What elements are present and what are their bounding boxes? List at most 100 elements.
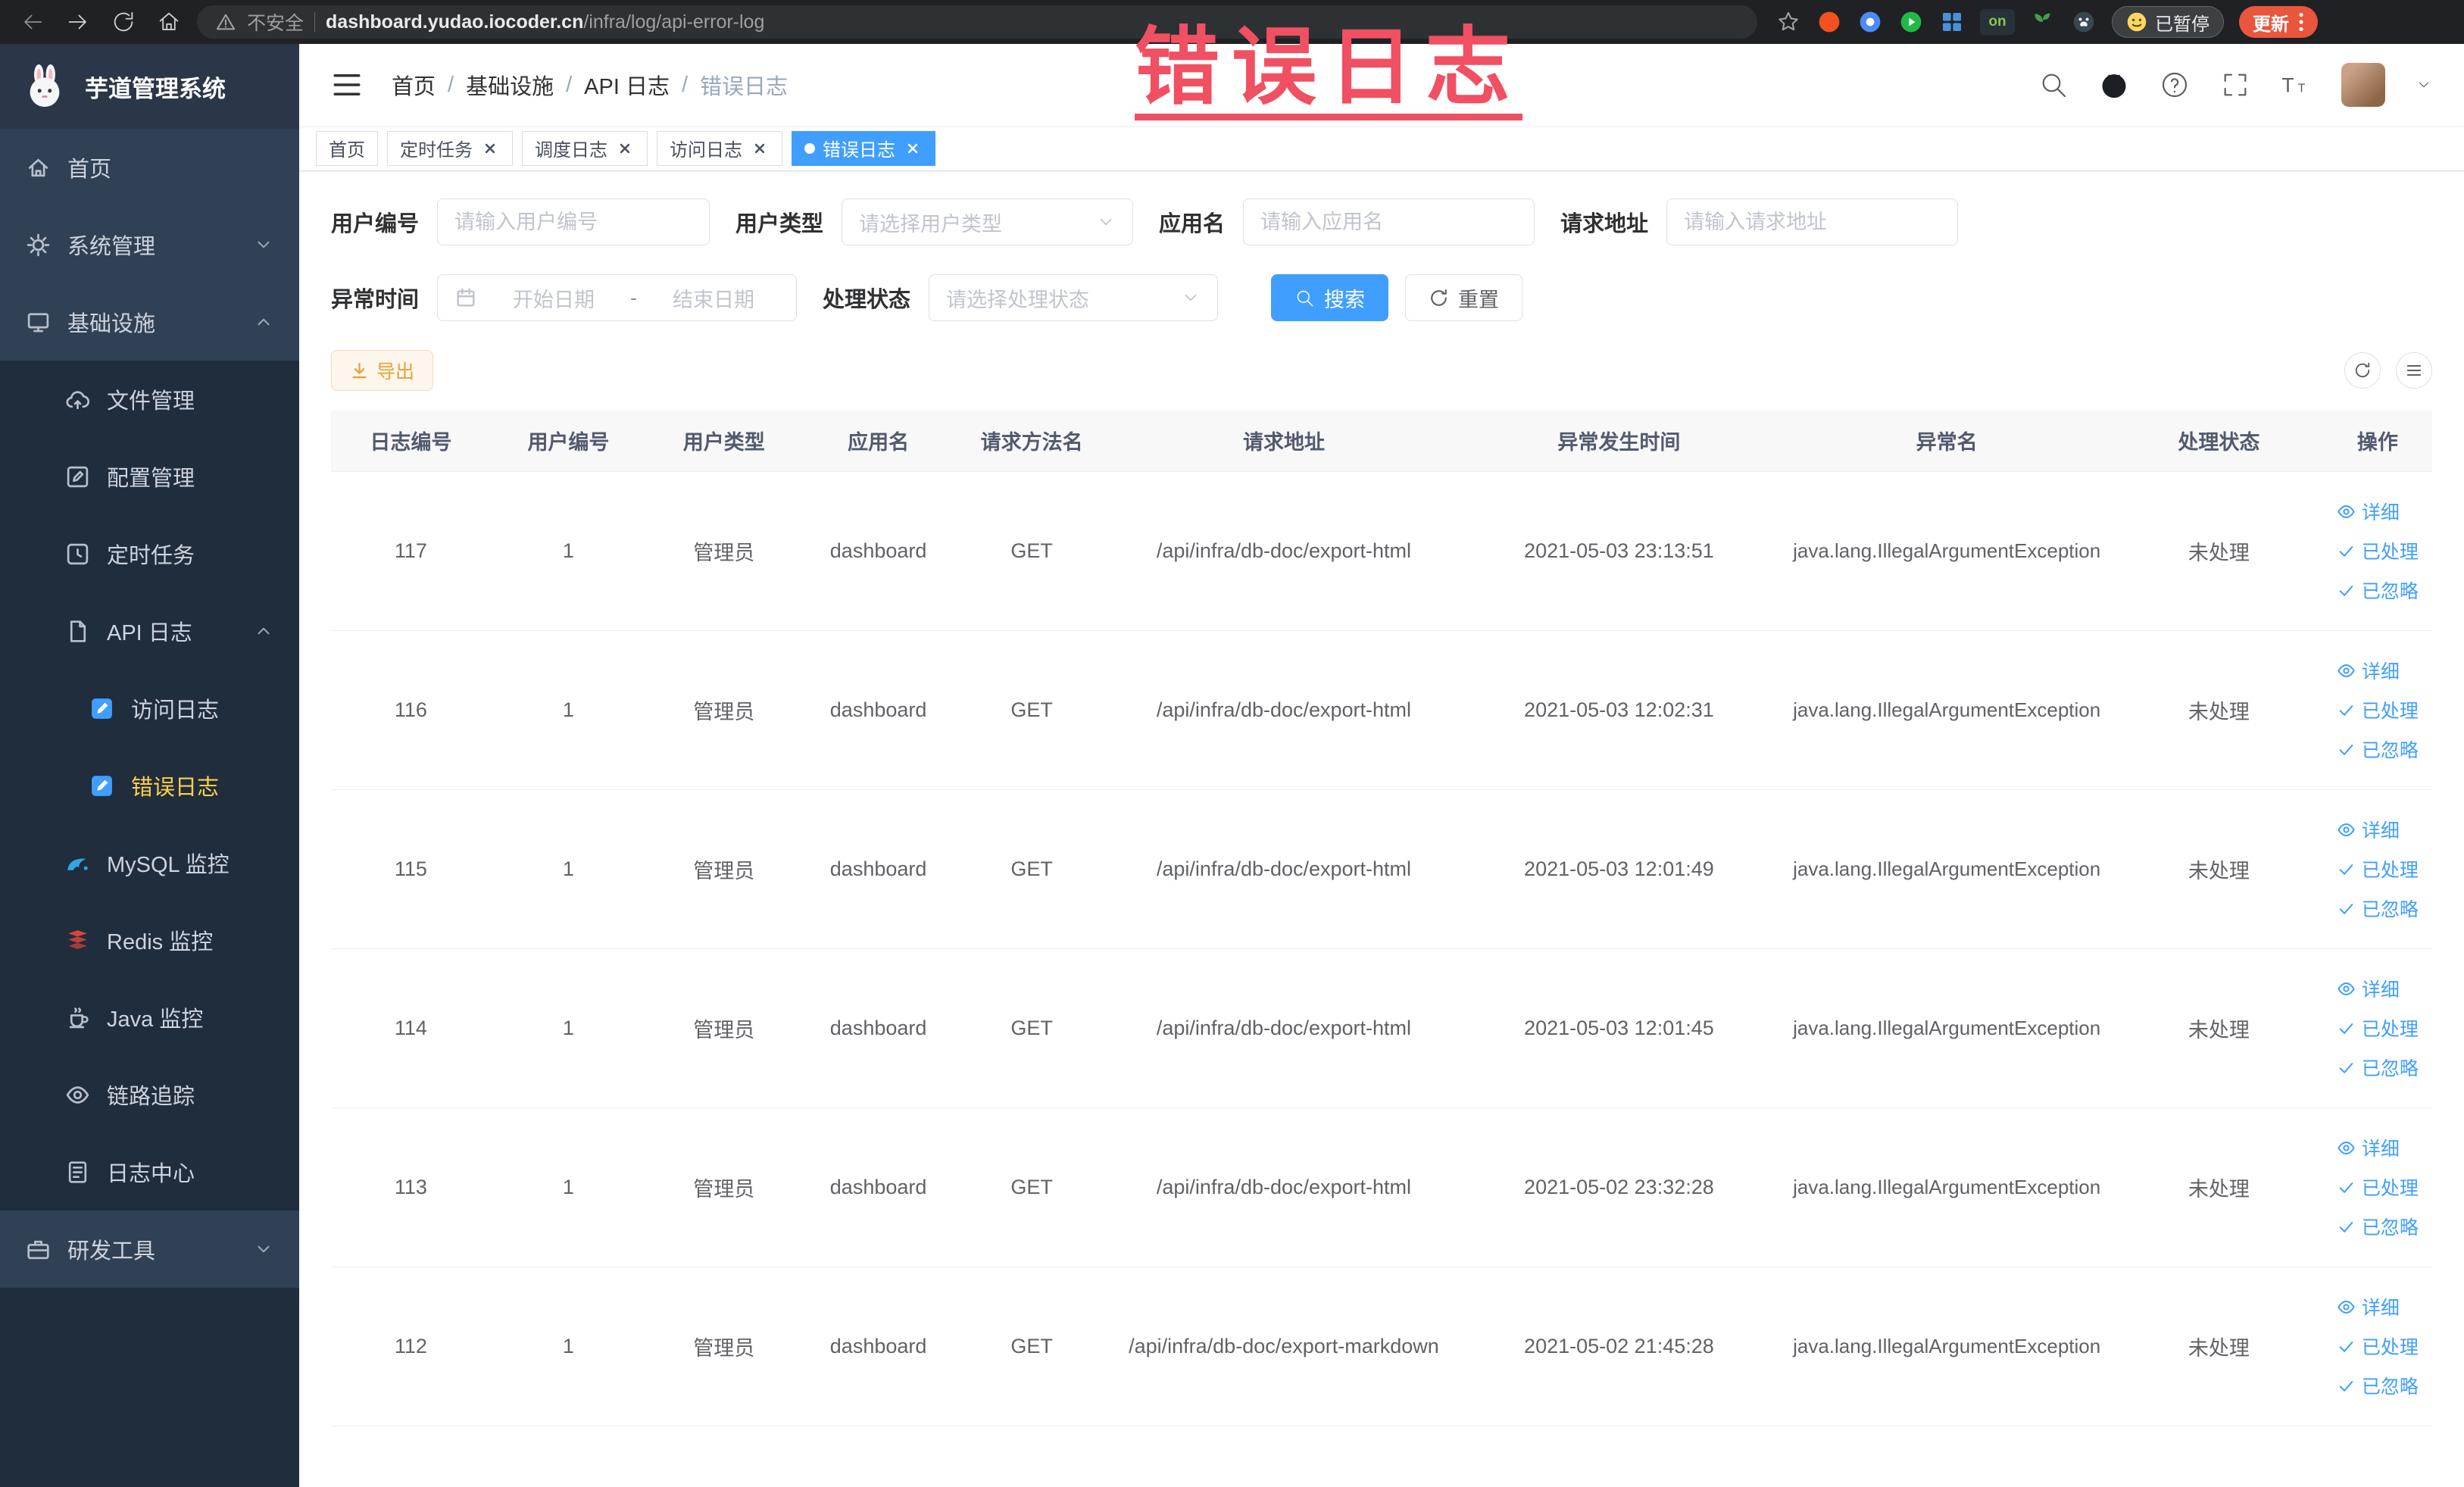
col-actions: 操作 [2322,411,2432,472]
ignored-link[interactable]: 已忽略 [2337,1054,2419,1081]
app-logo[interactable]: 芋道管理系统 [0,44,299,129]
search-button[interactable]: 搜索 [1271,274,1389,321]
breadcrumb-api-logs[interactable]: API 日志 [584,69,670,101]
start-date-placeholder: 开始日期 [513,288,595,311]
avatar[interactable] [2341,63,2385,107]
sidebar-item-link-tracing[interactable]: 链路追踪 [0,1056,299,1133]
export-button[interactable]: 导出 [331,350,434,391]
chevron-down-icon[interactable] [2416,77,2432,93]
processed-link[interactable]: 已处理 [2337,1014,2419,1042]
user-type-select[interactable]: 请选择用户类型 [842,198,1134,245]
sidebar-item-java-monitor[interactable]: Java 监控 [0,979,299,1056]
sidebar-item-mysql-monitor[interactable]: MySQL 监控 [0,824,299,901]
search-icon[interactable] [2038,70,2069,100]
processed-link[interactable]: 已处理 [2337,1332,2419,1360]
cell-method: GET [954,1107,1109,1267]
date-range-picker[interactable]: 开始日期 - 结束日期 [437,274,798,321]
ignored-link[interactable]: 已忽略 [2337,895,2419,922]
sidebar-item-dev-tools[interactable]: 研发工具 [0,1211,299,1288]
sidebar-item-infrastructure[interactable]: 基础设施 [0,283,299,361]
extension-leaf-icon[interactable] [2030,9,2056,35]
extension-grid-icon[interactable] [1939,9,1965,35]
cell-log-id: 113 [331,1107,491,1267]
ignored-link[interactable]: 已忽略 [2337,736,2419,763]
calendar-icon [457,288,475,307]
cell-request-url: /api/infra/db-doc/export-html [1108,471,1460,631]
fullscreen-icon[interactable] [2220,70,2250,100]
tag-error-logs[interactable]: 错误日志 [792,130,935,166]
paused-badge[interactable]: 已暂停 [2112,6,2224,38]
sidebar-item-log-center[interactable]: 日志中心 [0,1133,299,1211]
columns-button[interactable] [2396,352,2432,389]
help-icon[interactable] [2160,70,2190,100]
extension-green-icon[interactable] [1898,9,1924,35]
end-date-placeholder: 结束日期 [673,288,755,311]
sidebar-item-api-logs[interactable]: API 日志 [0,592,299,670]
extension-blue-icon[interactable] [1857,9,1883,35]
process-status-select[interactable]: 请选择处理状态 [929,274,1219,321]
breadcrumb-home[interactable]: 首页 [392,69,436,101]
hamburger-icon[interactable] [331,69,363,101]
filter-exception-time: 异常时间 开始日期 - 结束日期 [331,274,798,321]
extension-paw-icon[interactable] [2071,9,2097,35]
ignored-link[interactable]: 已忽略 [2337,1213,2419,1240]
browser-reload-button[interactable] [106,5,141,39]
address-bar[interactable]: 不安全 dashboard.yudao.iocoder.cn/infra/log… [197,5,1757,39]
processed-link[interactable]: 已处理 [2337,1173,2419,1201]
sidebar-item-home[interactable]: 首页 [0,129,299,206]
detail-link[interactable]: 详细 [2337,975,2400,1002]
process-status-label: 处理状态 [823,288,911,312]
edit-icon [67,466,89,487]
sidebar-item-access-logs[interactable]: 访问日志 [0,670,299,747]
close-icon[interactable] [615,139,635,158]
table-row: 114 1 管理员 dashboard GET /api/infra/db-do… [331,948,2432,1108]
tag-scheduled-tasks[interactable]: 定时任务 [387,130,513,166]
close-icon[interactable] [903,139,923,158]
sidebar-item-config-management[interactable]: 配置管理 [0,438,299,515]
user-type-label: 用户类型 [735,212,824,236]
tag-home[interactable]: 首页 [316,130,378,166]
sidebar-item-redis-monitor[interactable]: Redis 监控 [0,901,299,979]
detail-link[interactable]: 详细 [2337,657,2400,684]
refresh-icon [1431,289,1447,306]
close-icon[interactable] [750,139,770,158]
app-name-input[interactable] [1243,198,1535,245]
access-log-icon [92,698,112,719]
github-icon[interactable] [2099,70,2129,100]
tag-access-logs[interactable]: 访问日志 [657,130,782,166]
detail-link[interactable]: 详细 [2337,1134,2400,1161]
sidebar-item-system[interactable]: 系统管理 [0,206,299,283]
sidebar-item-scheduled-tasks[interactable]: 定时任务 [0,515,299,592]
browser-back-button[interactable] [15,5,50,39]
browser-update-button[interactable]: 更新 [2239,6,2318,38]
reset-button[interactable]: 重置 [1405,274,1523,321]
check-icon [2339,903,2353,914]
tag-schedule-logs[interactable]: 调度日志 [522,130,648,166]
request-url-input[interactable] [1666,198,1959,245]
detail-link[interactable]: 详细 [2337,498,2400,525]
ignored-link[interactable]: 已忽略 [2337,576,2419,604]
bookmark-star-icon[interactable] [1775,9,1801,35]
detail-link[interactable]: 详细 [2337,816,2400,843]
extension-orange-icon[interactable] [1816,9,1842,35]
user-id-input[interactable] [437,198,710,245]
extension-on-badge[interactable]: on [1980,9,2015,35]
refresh-button[interactable] [2344,352,2381,389]
ignored-link[interactable]: 已忽略 [2337,1372,2419,1399]
processed-link[interactable]: 已处理 [2337,696,2419,723]
processed-link[interactable]: 已处理 [2337,537,2419,564]
browser-forward-button[interactable] [61,5,95,39]
breadcrumb-infrastructure[interactable]: 基础设施 [466,69,554,101]
browser-home-button[interactable] [151,5,186,39]
cell-method: GET [954,471,1109,631]
sidebar-item-file-management[interactable]: 文件管理 [0,361,299,438]
font-size-icon[interactable]: TT [2281,70,2311,100]
cell-user-id: 1 [490,630,647,790]
col-method: 请求方法名 [954,411,1109,472]
sidebar: 芋道管理系统 首页 系统管理 基础设施 文件管理 配置管理 定时任务 API 日… [0,44,299,1487]
cell-log-id: 115 [331,789,491,949]
close-icon[interactable] [480,139,500,158]
sidebar-item-error-logs[interactable]: 错误日志 [0,747,299,824]
processed-link[interactable]: 已处理 [2337,855,2419,883]
detail-link[interactable]: 详细 [2337,1293,2400,1320]
